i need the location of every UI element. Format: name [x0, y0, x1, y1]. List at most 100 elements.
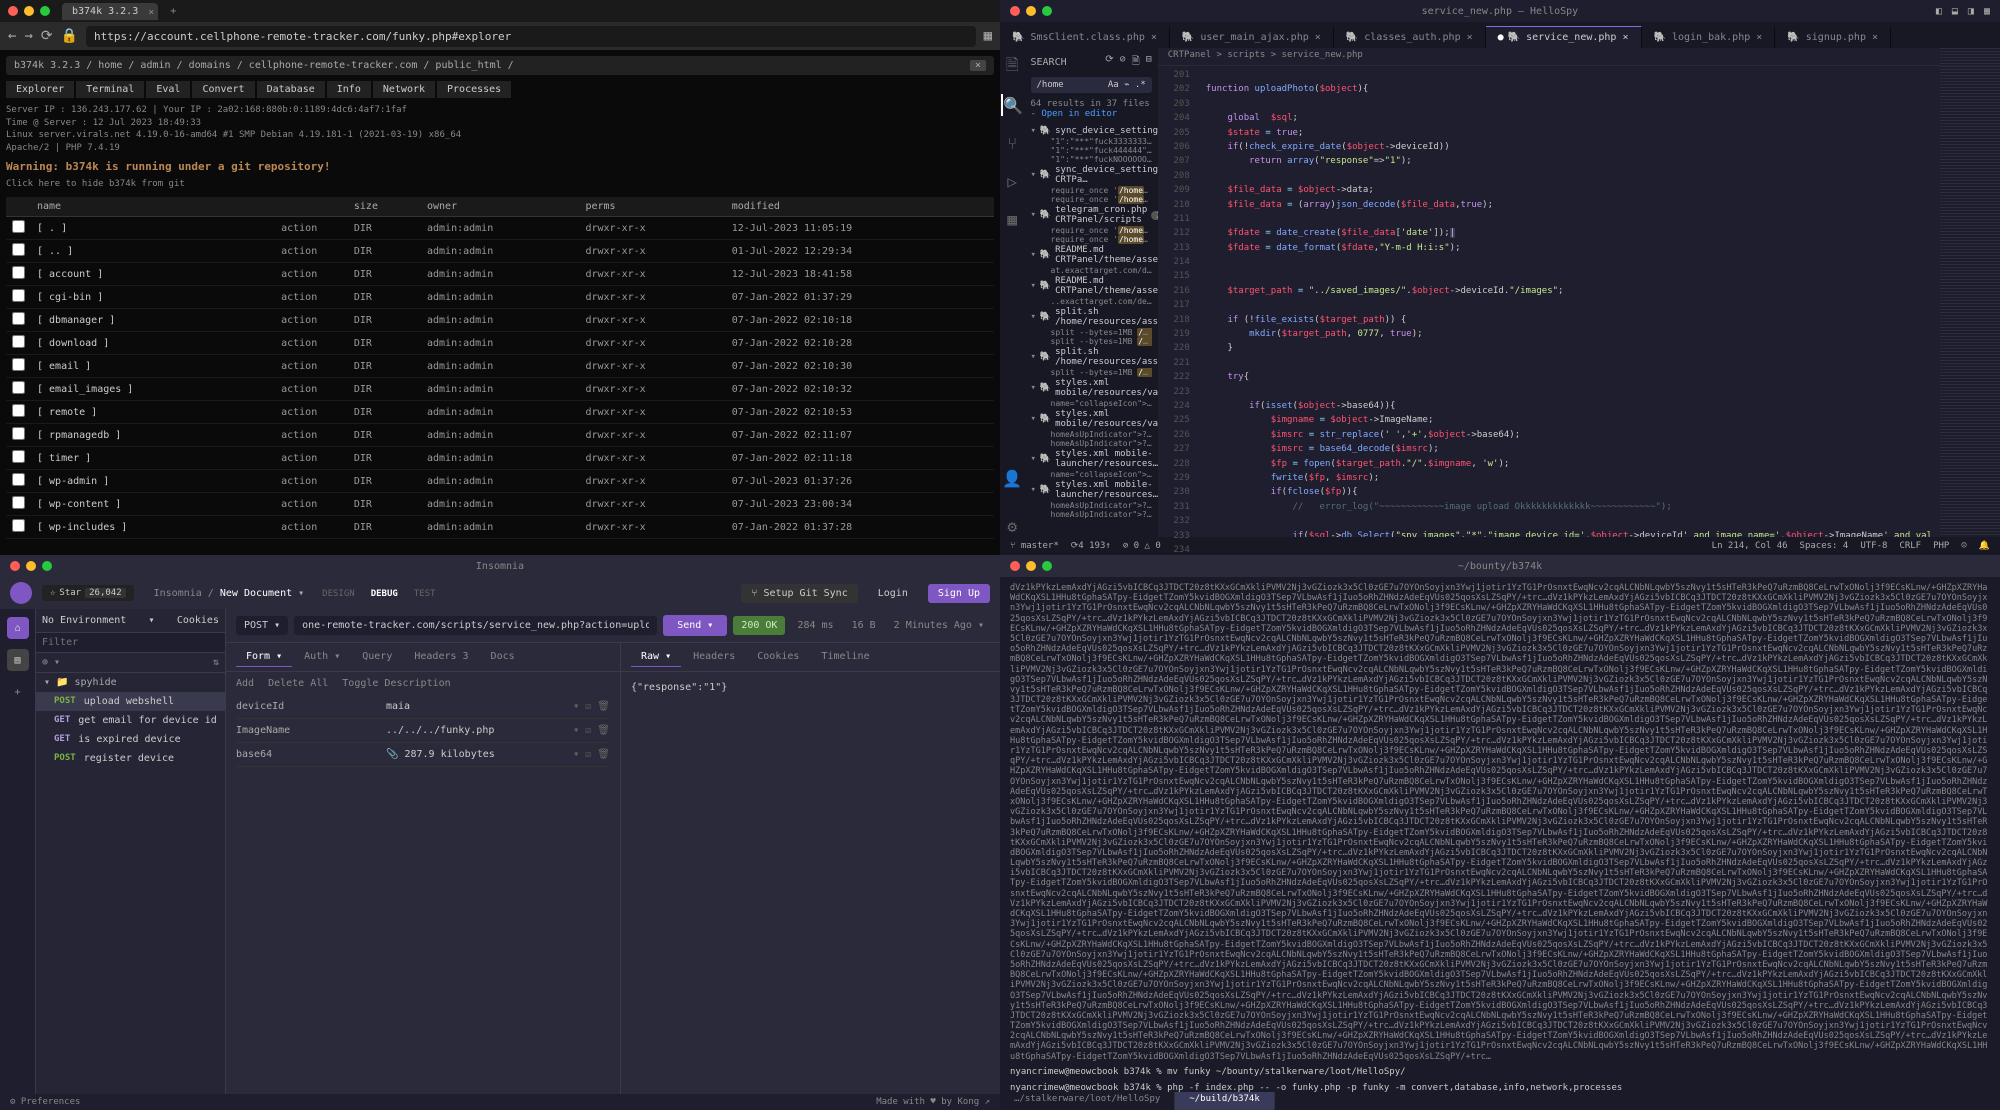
bell-icon[interactable]: 🔔	[1979, 541, 1990, 551]
delete-icon[interactable]: 🗑	[597, 725, 610, 736]
problems-indicator[interactable]: ⊘ 0 △ 0	[1123, 541, 1161, 551]
search-result-file[interactable]: ▾🐘styles.xml mobile-launcher/resources…1	[1031, 448, 1152, 470]
file-row[interactable]: [ dbmanager ] action DIR admin:admin drw…	[6, 309, 994, 332]
search-result-file[interactable]: ▾🐘split.sh /home/resources/assets2	[1031, 306, 1152, 328]
response-tab[interactable]: Raw ▾	[631, 647, 681, 667]
column-header[interactable]: owner	[421, 197, 579, 217]
response-tab[interactable]: Cookies	[747, 647, 809, 667]
minimize-window-icon[interactable]	[24, 6, 34, 16]
action-link[interactable]: action	[250, 493, 347, 516]
file-row[interactable]: [ rpmanagedb ] action DIR admin:admin dr…	[6, 424, 994, 447]
param-value[interactable]: 📎 287.9 kilobytes	[386, 749, 563, 760]
action-link[interactable]: action	[250, 470, 347, 493]
back-button[interactable]: ←	[8, 28, 16, 44]
new-tab-button[interactable]: +	[162, 6, 184, 17]
menu-item-terminal[interactable]: Terminal	[76, 81, 144, 98]
signup-button[interactable]: Sign Up	[928, 584, 990, 603]
search-icon[interactable]: 🔍	[1001, 94, 1023, 116]
close-tab-icon[interactable]: ×	[148, 7, 154, 18]
menu-item-convert[interactable]: Convert	[192, 81, 254, 98]
search-result-file[interactable]: ▾🐘sync_device_settings_bak0.php2	[1031, 125, 1152, 137]
search-result-match[interactable]: require_once '/home/admin/domains/virsi…	[1031, 226, 1152, 235]
minimap[interactable]	[1940, 48, 2000, 537]
source-control-icon[interactable]: ⑂	[1001, 132, 1023, 154]
eol-indicator[interactable]: CRLF	[1899, 541, 1921, 551]
layout-grid-icon[interactable]: ▦	[1984, 6, 1990, 17]
file-name[interactable]: [ wp-includes ]	[31, 516, 250, 539]
action-link[interactable]: action	[250, 217, 347, 240]
editor-tab[interactable]: ●🐘 service_new.php ×	[1486, 26, 1642, 48]
row-checkbox[interactable]	[12, 473, 25, 486]
time-ago[interactable]: 2 Minutes Ago ▾	[888, 620, 990, 631]
collapse-icon[interactable]: ⊟	[1146, 54, 1152, 71]
collection-icon[interactable]: ▤	[7, 649, 29, 671]
search-result-file[interactable]: ▾🐘README.md CRTPanel/theme/assets21	[1031, 275, 1152, 297]
checkbox-icon[interactable]: ☑	[585, 725, 591, 736]
file-row[interactable]: [ timer ] action DIR admin:admin drwxr-x…	[6, 447, 994, 470]
file-row[interactable]: [ wp-includes ] action DIR admin:admin d…	[6, 516, 994, 539]
cookies-link[interactable]: Cookies	[177, 615, 219, 626]
file-row[interactable]: [ . ] action DIR admin:admin drwxr-xr-x …	[6, 217, 994, 240]
file-name[interactable]: [ .. ]	[31, 240, 250, 263]
explorer-icon[interactable]: 🗎	[1001, 56, 1023, 78]
file-name[interactable]: [ email ]	[31, 355, 250, 378]
editor-tab[interactable]: 🐘 classes_auth.php ×	[1334, 27, 1486, 48]
request-item[interactable]: POSTregister device	[36, 749, 225, 768]
row-checkbox[interactable]	[12, 358, 25, 371]
request-url-input[interactable]	[294, 616, 657, 635]
action-link[interactable]: action	[250, 286, 347, 309]
file-name[interactable]: [ dbmanager ]	[31, 309, 250, 332]
search-result-file[interactable]: ▾🐘styles.xml mobile-launcher/resources…2	[1031, 479, 1152, 501]
column-header[interactable]	[6, 197, 31, 217]
row-checkbox[interactable]	[12, 427, 25, 440]
search-options-icons[interactable]: Aa ⌁ .*	[1108, 80, 1146, 90]
minimize-window-icon[interactable]	[1026, 561, 1036, 571]
branch-indicator[interactable]: ⑂ master*	[1010, 541, 1059, 551]
checkbox-icon[interactable]: ☑	[585, 701, 591, 712]
sort-icon[interactable]: ⇅	[213, 657, 219, 668]
search-result-file[interactable]: ▾🐘styles.xml mobile/resources/values2	[1031, 408, 1152, 430]
clear-icon[interactable]: ⊘	[1120, 54, 1126, 71]
param-key[interactable]: deviceId	[236, 701, 376, 712]
file-name[interactable]: [ account ]	[31, 263, 250, 286]
column-header[interactable]: perms	[579, 197, 725, 217]
menu-item-database[interactable]: Database	[257, 81, 325, 98]
layout-left-icon[interactable]: ◧	[1936, 6, 1942, 17]
file-row[interactable]: [ email_images ] action DIR admin:admin …	[6, 378, 994, 401]
search-result-match[interactable]: at.exacttarget.com/devcenter/home/; http…	[1031, 266, 1152, 275]
file-row[interactable]: [ .. ] action DIR admin:admin drwxr-xr-x…	[6, 240, 994, 263]
search-result-match[interactable]: "1":"***"fuck444444","k","/home/admin/d…	[1031, 146, 1152, 155]
search-result-match[interactable]: require_once '/home/admin/domains/virsi…	[1031, 235, 1152, 244]
delete-icon[interactable]: 🗑	[597, 749, 610, 760]
run-debug-icon[interactable]: ▷	[1001, 170, 1023, 192]
preferences-link[interactable]: ⚙ Preferences	[10, 1097, 80, 1107]
row-checkbox[interactable]	[12, 312, 25, 325]
action-link[interactable]: action	[250, 240, 347, 263]
file-row[interactable]: [ wp-admin ] action DIR admin:admin drwx…	[6, 470, 994, 493]
search-result-match[interactable]: split --bytes=1MB /home/wouter/applicat…	[1031, 337, 1152, 346]
extensions-icon[interactable]: ▦	[1001, 208, 1023, 230]
search-result-match[interactable]: require_once '/home/admin/domains/virals…	[1031, 195, 1152, 204]
file-name[interactable]: [ email_images ]	[31, 378, 250, 401]
row-checkbox[interactable]	[12, 243, 25, 256]
grid-icon[interactable]: ▦	[984, 28, 992, 44]
menu-item-explorer[interactable]: Explorer	[6, 81, 74, 98]
settings-gear-icon[interactable]: ⚙	[1001, 515, 1023, 537]
search-result-match[interactable]: homeAsUpIndicator">?android:attr/home…	[1031, 501, 1152, 510]
search-result-match[interactable]: ..exacttarget.com/devcenter/home/; http:…	[1031, 297, 1152, 306]
dropdown-icon[interactable]: ▾	[573, 701, 579, 712]
doc-breadcrumb[interactable]: Insomnia / New Document ▾	[154, 588, 305, 599]
folder-row[interactable]: ▾ 📁 spyhide	[36, 673, 225, 692]
add-icon[interactable]: +	[7, 681, 29, 703]
row-checkbox[interactable]	[12, 450, 25, 463]
menu-item-info[interactable]: Info	[327, 81, 371, 98]
request-tab[interactable]: Headers 3	[404, 647, 478, 667]
action-link[interactable]: action	[250, 309, 347, 332]
delete-icon[interactable]: 🗑	[597, 701, 610, 712]
file-row[interactable]: [ cgi-bin ] action DIR admin:admin drwxr…	[6, 286, 994, 309]
search-result-file[interactable]: ▾🐘sync_device_settings.php CRTPa…2	[1031, 164, 1152, 186]
search-result-match[interactable]: "1":"***"fuck3333333","k","/home/admin/d…	[1031, 137, 1152, 146]
login-button[interactable]: Login	[868, 584, 918, 603]
action-link[interactable]: action	[250, 355, 347, 378]
maximize-window-icon[interactable]	[42, 561, 52, 571]
